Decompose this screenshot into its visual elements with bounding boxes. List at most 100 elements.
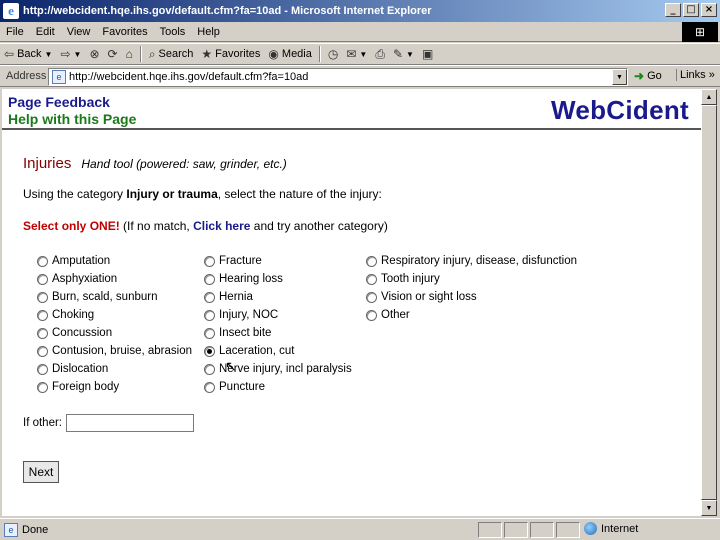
media-label: Media [281, 48, 312, 60]
favorites-button[interactable]: ★ Favorites [197, 44, 264, 64]
radio-button[interactable] [37, 291, 48, 303]
option-label: Tooth injury [381, 273, 440, 285]
address-url[interactable]: http://webcident.hqe.ihs.gov/default.cfm… [69, 71, 308, 83]
radio-button[interactable] [37, 363, 48, 375]
mail-dropdown-icon[interactable]: ▼ [359, 50, 367, 59]
page-content: Page Feedback Help with this Page WebCid… [2, 89, 701, 516]
click-here-link[interactable]: Click here [193, 219, 250, 233]
history-button[interactable]: ◷ [324, 44, 342, 64]
radio-button[interactable] [204, 291, 215, 303]
radio-button[interactable] [366, 273, 377, 285]
media-icon: ◉ [268, 47, 279, 61]
radio-button[interactable] [204, 327, 215, 339]
menu-file[interactable]: File [0, 26, 30, 38]
radio-button[interactable] [37, 273, 48, 285]
forward-button[interactable]: ⇨ ▼ [56, 44, 85, 64]
radio-button-selected[interactable] [204, 345, 215, 357]
favorites-icon: ★ [201, 47, 213, 61]
address-input[interactable]: e http://webcident.hqe.ihs.gov/default.c… [48, 68, 628, 86]
zone-label: Internet [601, 522, 639, 535]
page-feedback-link[interactable]: Page Feedback [8, 94, 110, 110]
edit-button[interactable]: ✎ ▼ [389, 44, 418, 64]
option-dislocation[interactable]: Dislocation [37, 360, 192, 378]
option-tooth-injury[interactable]: Tooth injury [366, 270, 577, 288]
maximize-button[interactable]: □ [683, 3, 699, 17]
option-insect-bite[interactable]: Insect bite [204, 324, 352, 342]
option-hearing-loss[interactable]: Hearing loss [204, 270, 352, 288]
print-button[interactable]: ⎙ [371, 44, 389, 64]
home-button[interactable]: ⌂ [122, 44, 137, 64]
radio-button[interactable] [204, 309, 215, 321]
radio-button[interactable] [204, 363, 215, 375]
radio-button[interactable] [204, 255, 215, 267]
radio-button[interactable] [37, 327, 48, 339]
scroll-up-icon[interactable]: ▲ [701, 89, 717, 105]
other-input[interactable] [66, 414, 194, 432]
radio-button[interactable] [204, 273, 215, 285]
option-amputation[interactable]: Amputation [37, 252, 192, 270]
radio-button[interactable] [37, 345, 48, 357]
status-panel [556, 522, 580, 538]
option-label: Amputation [52, 255, 111, 267]
stop-button[interactable]: ⊗ [85, 44, 103, 64]
radio-button[interactable] [204, 381, 215, 393]
radio-button[interactable] [37, 255, 48, 267]
forward-dropdown-icon[interactable]: ▼ [74, 50, 82, 59]
status-panel [504, 522, 528, 538]
done-page-icon: e [4, 522, 18, 537]
radio-button[interactable] [37, 381, 48, 393]
menu-edit[interactable]: Edit [30, 26, 61, 38]
close-button[interactable]: × [701, 3, 717, 17]
options-column-3: Respiratory injury, disease, disfunction… [366, 252, 577, 324]
search-button[interactable]: ⌕ Search [145, 44, 198, 64]
links-button[interactable]: Links » [676, 69, 715, 81]
vertical-scrollbar[interactable]: ▲ ▼ [701, 89, 717, 516]
option-foreign-body[interactable]: Foreign body [37, 378, 192, 396]
radio-button[interactable] [37, 309, 48, 321]
option-asphyxiation[interactable]: Asphyxiation [37, 270, 192, 288]
toolbar-separator [139, 46, 142, 62]
home-icon: ⌂ [125, 47, 133, 61]
option-puncture[interactable]: Puncture [204, 378, 352, 396]
refresh-button[interactable]: ⟳ [104, 44, 122, 64]
window-controls: _ □ × [665, 3, 717, 17]
radio-button[interactable] [366, 291, 377, 303]
instructions-prefix: Using the category [23, 187, 127, 201]
go-button[interactable]: ➜ Go [634, 69, 662, 83]
status-panel [478, 522, 502, 538]
menu-favorites[interactable]: Favorites [96, 26, 153, 38]
radio-button[interactable] [366, 309, 377, 321]
scroll-down-icon[interactable]: ▼ [701, 500, 717, 516]
edit-dropdown-icon[interactable]: ▼ [406, 50, 414, 59]
option-label: Dislocation [52, 363, 109, 375]
option-other[interactable]: Other [366, 306, 577, 324]
menu-view[interactable]: View [61, 26, 97, 38]
next-button[interactable]: Next [23, 461, 59, 483]
address-dropdown-icon[interactable]: ▼ [612, 69, 627, 85]
mail-button[interactable]: ✉ ▼ [342, 44, 371, 64]
back-dropdown-icon[interactable]: ▼ [45, 50, 53, 59]
back-button[interactable]: ⇦ Back ▼ [0, 44, 56, 64]
option-contusion[interactable]: Contusion, bruise, abrasion [37, 342, 192, 360]
radio-button[interactable] [366, 255, 377, 267]
menu-tools[interactable]: Tools [154, 26, 192, 38]
go-label: Go [647, 70, 662, 82]
option-hernia[interactable]: Hernia [204, 288, 352, 306]
option-concussion[interactable]: Concussion [37, 324, 192, 342]
favorites-label: Favorites [215, 48, 261, 60]
minimize-button[interactable]: _ [665, 3, 681, 17]
menu-help[interactable]: Help [191, 26, 226, 38]
option-vision-loss[interactable]: Vision or sight loss [366, 288, 577, 306]
option-fracture[interactable]: Fracture [204, 252, 352, 270]
option-respiratory[interactable]: Respiratory injury, disease, disfunction [366, 252, 577, 270]
chevron-right-icon: » [708, 69, 715, 81]
help-link[interactable]: Help with this Page [8, 111, 136, 127]
option-injury-noc[interactable]: Injury, NOC [204, 306, 352, 324]
discuss-button[interactable]: ▣ [418, 44, 437, 64]
option-burn[interactable]: Burn, scald, sunburn [37, 288, 192, 306]
option-choking[interactable]: Choking [37, 306, 192, 324]
address-bar: Address e http://webcident.hqe.ihs.gov/d… [0, 65, 720, 87]
media-button[interactable]: ◉ Media [264, 44, 315, 64]
option-label: Burn, scald, sunburn [52, 291, 158, 303]
scroll-thumb[interactable] [701, 105, 717, 500]
